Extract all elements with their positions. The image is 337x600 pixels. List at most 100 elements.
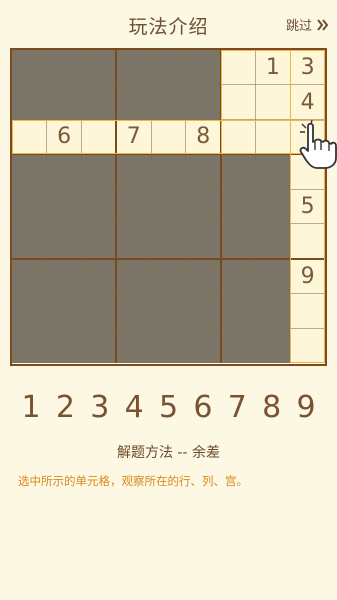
number-key-6[interactable]: 6 [188,390,218,426]
sudoku-cell[interactable] [12,258,47,294]
number-key-5[interactable]: 5 [154,390,184,426]
sudoku-cell[interactable] [185,154,221,190]
sudoku-cell[interactable] [255,119,291,155]
double-chevron-right-icon [317,18,329,31]
skip-button[interactable]: 跳过 [286,15,329,34]
sudoku-cell[interactable] [116,154,152,190]
sudoku-cell[interactable] [46,50,82,85]
sudoku-cell[interactable] [220,328,256,363]
sudoku-cell[interactable] [185,223,221,259]
grid-line [12,327,325,329]
sudoku-cell[interactable] [151,154,186,190]
sudoku-cell[interactable] [220,84,256,120]
sudoku-cell[interactable] [116,84,152,120]
sudoku-cell[interactable] [220,50,256,85]
sudoku-cell[interactable] [81,258,117,294]
sudoku-cell[interactable] [220,293,256,329]
sudoku-cell[interactable] [151,293,186,329]
sudoku-cell[interactable]: 7 [116,119,152,155]
sudoku-cell[interactable] [12,223,47,259]
grid-line [12,188,325,190]
grid-line [289,50,291,363]
number-key-8[interactable]: 8 [257,390,287,426]
sudoku-cell[interactable] [116,293,152,329]
sudoku-cell[interactable] [46,328,82,363]
sudoku-cell[interactable] [151,223,186,259]
sudoku-cell[interactable] [185,189,221,224]
sudoku-cell[interactable] [12,50,47,85]
grid-line [12,84,325,86]
number-key-1[interactable]: 1 [16,390,46,426]
sudoku-cell[interactable] [220,258,256,294]
sudoku-cell[interactable] [290,293,325,329]
sudoku-cell[interactable]: 9 [290,258,325,294]
sudoku-cell[interactable]: 5 [290,189,325,224]
sudoku-cell[interactable] [151,258,186,294]
sudoku-cell[interactable] [255,154,291,190]
sudoku-cell[interactable] [12,328,47,363]
sudoku-cell[interactable] [151,328,186,363]
sudoku-cell[interactable] [255,84,291,120]
sudoku-cell[interactable] [81,223,117,259]
number-key-2[interactable]: 2 [50,390,80,426]
sudoku-cell[interactable] [81,189,117,224]
sudoku-cell[interactable] [185,328,221,363]
number-key-4[interactable]: 4 [119,390,149,426]
sudoku-cell[interactable] [185,84,221,120]
grid-line [185,50,187,363]
sudoku-cell[interactable] [220,189,256,224]
sudoku-cell[interactable] [116,328,152,363]
sudoku-cell[interactable] [12,154,47,190]
number-key-7[interactable]: 7 [222,390,252,426]
sudoku-cell[interactable] [46,154,82,190]
sudoku-cell[interactable] [255,223,291,259]
number-pad: 123456789 [10,390,327,426]
sudoku-cell[interactable] [81,328,117,363]
sudoku-cell[interactable] [220,154,256,190]
sudoku-cell[interactable] [81,50,117,85]
sudoku-cell[interactable] [151,119,186,155]
sudoku-cell[interactable] [185,258,221,294]
sudoku-cell[interactable] [255,189,291,224]
box-divider [12,153,325,156]
sudoku-cell[interactable] [290,328,325,363]
sudoku-cell[interactable] [255,293,291,329]
sudoku-cell[interactable] [46,223,82,259]
skip-label: 跳过 [285,19,312,34]
sudoku-cell[interactable]: 3 [290,50,325,85]
sudoku-cell[interactable] [46,84,82,120]
sudoku-cell[interactable] [151,189,186,224]
sudoku-cell[interactable]: 4 [290,84,325,120]
box-divider [115,50,118,363]
number-key-3[interactable]: 3 [85,390,115,426]
sudoku-cell[interactable] [46,258,82,294]
sudoku-cell[interactable] [116,189,152,224]
sudoku-cell[interactable]: 1 [255,50,291,85]
sudoku-cell[interactable] [81,84,117,120]
sudoku-cell[interactable] [290,223,325,259]
sudoku-cell[interactable] [46,293,82,329]
sudoku-cell[interactable] [151,84,186,120]
sudoku-cell[interactable] [12,293,47,329]
sudoku-cell[interactable] [12,84,47,120]
number-key-9[interactable]: 9 [291,390,321,426]
sudoku-cell[interactable]: 6 [46,119,82,155]
sudoku-cell[interactable] [12,119,47,155]
sudoku-cell[interactable] [81,154,117,190]
sudoku-cell[interactable] [151,50,186,85]
sudoku-cell[interactable] [255,328,291,363]
sudoku-cell[interactable] [185,50,221,85]
sudoku-cell[interactable] [81,119,117,155]
sudoku-cell[interactable] [220,119,256,155]
header: 玩法介绍 跳过 [0,0,337,48]
sudoku-cell[interactable] [220,223,256,259]
sudoku-cell[interactable] [46,189,82,224]
sudoku-cell[interactable] [81,293,117,329]
sudoku-cell[interactable] [116,223,152,259]
sudoku-cell[interactable] [255,258,291,294]
sudoku-cell[interactable] [185,293,221,329]
sudoku-cell[interactable] [116,50,152,85]
sudoku-cell[interactable]: 8 [185,119,221,155]
sudoku-cell[interactable] [12,189,47,224]
sudoku-cell[interactable] [116,258,152,294]
